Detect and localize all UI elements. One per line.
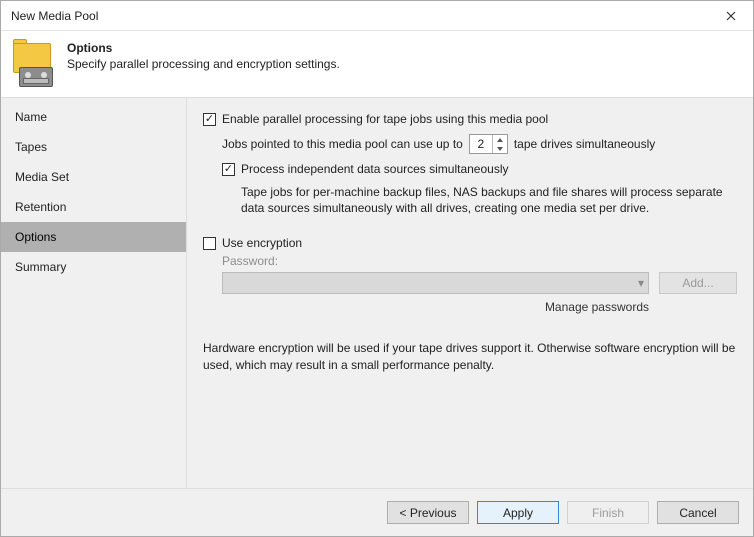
media-pool-icon [13,43,53,83]
add-password-button: Add... [659,272,737,294]
sidebar-item-media-set[interactable]: Media Set [1,162,186,192]
drive-count-up[interactable] [493,135,507,144]
cancel-button[interactable]: Cancel [657,501,739,524]
footer: < Previous Apply Finish Cancel [1,488,753,536]
dialog-window: New Media Pool Options Specify parallel … [0,0,754,537]
wizard-sidebar: Name Tapes Media Set Retention Options S… [1,98,187,488]
titlebar: New Media Pool [1,1,753,31]
drive-count-value: 2 [470,137,492,151]
sidebar-item-options[interactable]: Options [1,222,186,252]
use-encryption-checkbox[interactable] [203,237,216,250]
sidebar-item-retention[interactable]: Retention [1,192,186,222]
process-independent-description: Tape jobs for per-machine backup files, … [241,184,737,216]
previous-button[interactable]: < Previous [387,501,469,524]
page-description: Specify parallel processing and encrypti… [67,57,340,71]
jobs-suffix-label: tape drives simultaneously [514,137,655,151]
sidebar-item-tapes[interactable]: Tapes [1,132,186,162]
page-title: Options [67,41,340,55]
enable-parallel-checkbox[interactable] [203,113,216,126]
password-select: ▾ [222,272,649,294]
finish-button: Finish [567,501,649,524]
jobs-prefix-label: Jobs pointed to this media pool can use … [222,137,463,151]
chevron-down-icon: ▾ [638,276,644,290]
manage-passwords-link[interactable]: Manage passwords [222,300,737,314]
process-independent-checkbox[interactable] [222,163,235,176]
close-button[interactable] [708,1,753,31]
process-independent-label: Process independent data sources simulta… [241,162,509,176]
drive-count-stepper[interactable]: 2 [469,134,508,154]
password-label: Password: [222,254,737,268]
sidebar-item-name[interactable]: Name [1,102,186,132]
header: Options Specify parallel processing and … [1,31,753,97]
apply-button[interactable]: Apply [477,501,559,524]
window-title: New Media Pool [11,9,98,23]
close-icon [726,11,736,21]
enable-parallel-label: Enable parallel processing for tape jobs… [222,112,548,126]
content-panel: Enable parallel processing for tape jobs… [187,98,753,488]
sidebar-item-summary[interactable]: Summary [1,252,186,282]
encryption-note: Hardware encryption will be used if your… [203,340,737,372]
use-encryption-label: Use encryption [222,236,302,250]
body: Name Tapes Media Set Retention Options S… [1,97,753,488]
drive-count-down[interactable] [493,144,507,153]
